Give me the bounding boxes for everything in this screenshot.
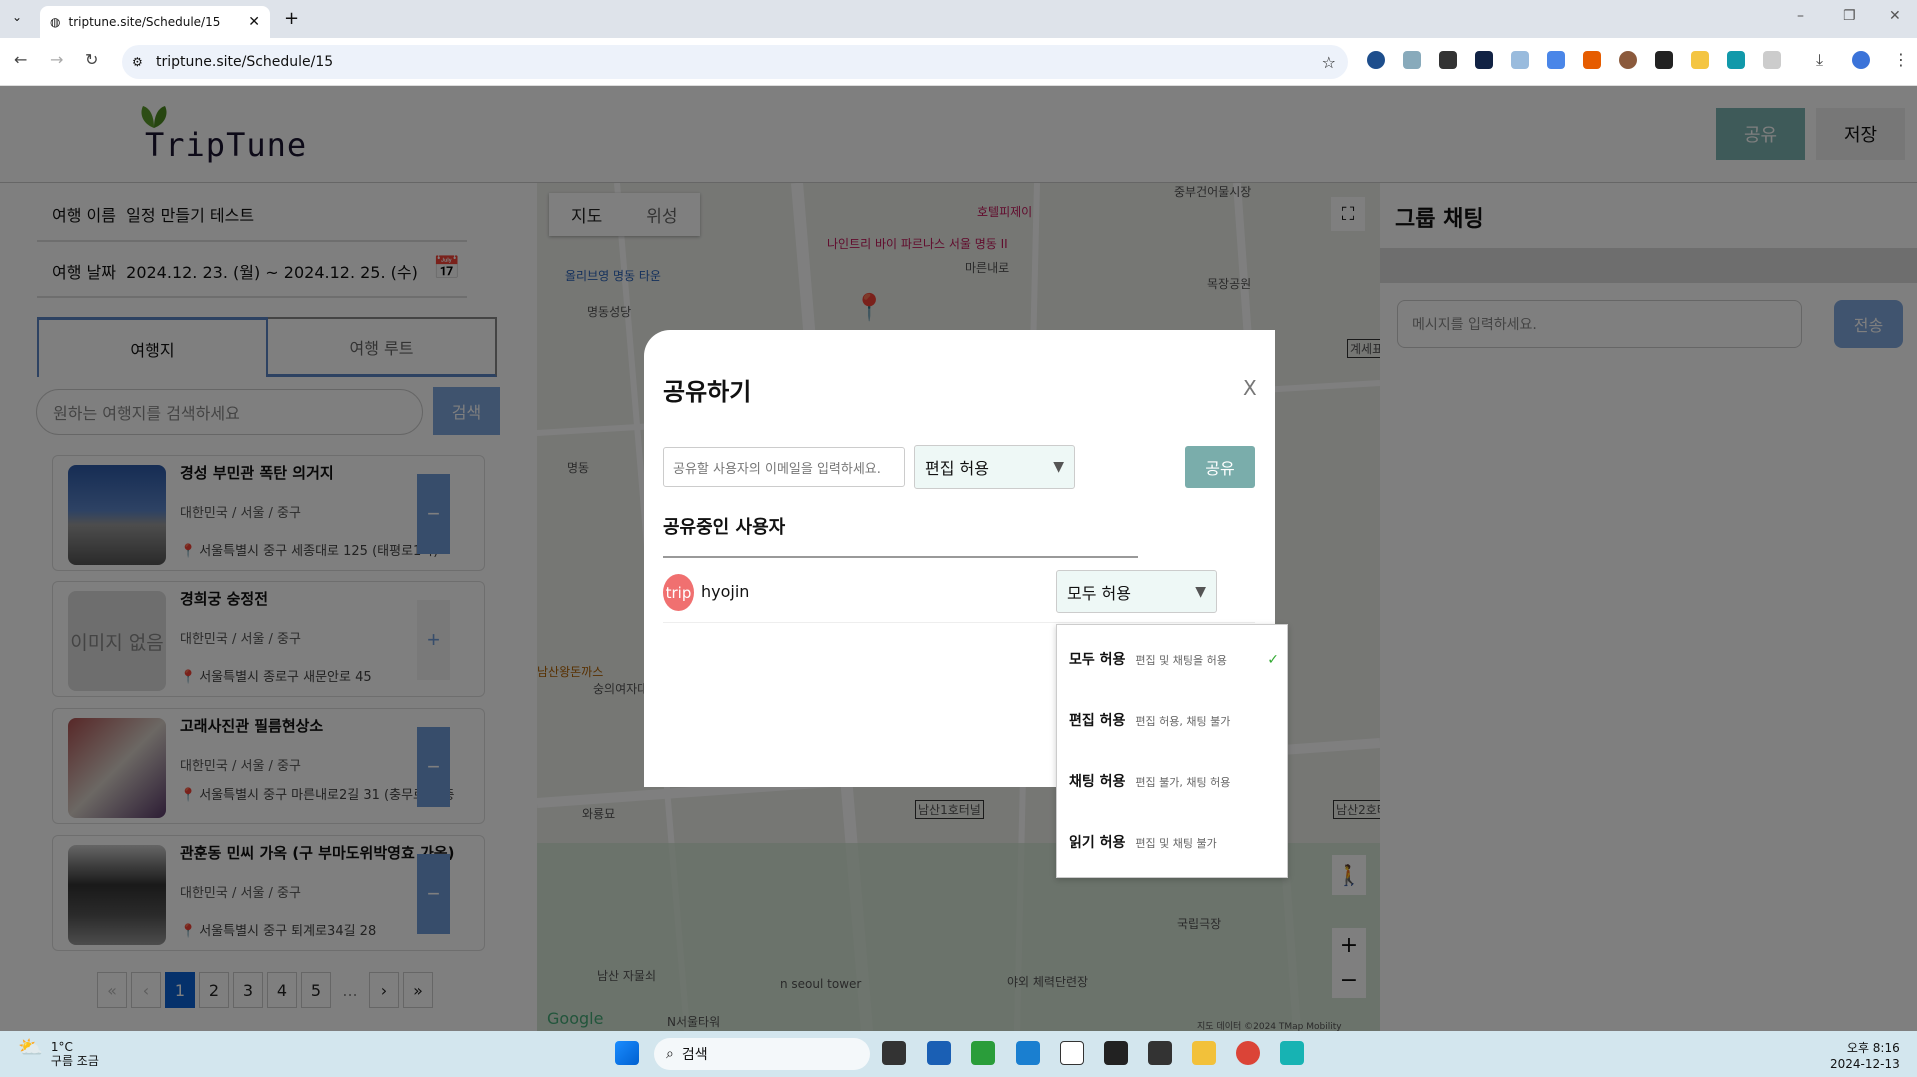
windows-start-icon[interactable] xyxy=(615,1041,639,1065)
option-desc: 편집 불가, 채팅 허용 xyxy=(1135,776,1231,789)
clock[interactable]: 오후 8:16 2024-12-13 xyxy=(1830,1040,1900,1072)
shared-users-heading: 공유중인 사용자 xyxy=(663,517,786,538)
url-text: triptune.site/Schedule/15 xyxy=(156,54,334,70)
profile-icon[interactable] xyxy=(1852,51,1870,69)
vscode-icon[interactable] xyxy=(1016,1041,1040,1065)
task-view-icon[interactable] xyxy=(882,1041,906,1065)
check-icon: ✓ xyxy=(1267,652,1279,668)
app-icon[interactable] xyxy=(1280,1041,1304,1065)
browser-tab-bar: ⌄ ◍ triptune.site/Schedule/15 ✕ + – ❐ ✕ xyxy=(0,0,1917,38)
taskbar-search[interactable]: ⌕ 검색 xyxy=(654,1038,870,1070)
weather-widget[interactable]: ⛅ 1°C 구름 조금 xyxy=(18,1035,99,1068)
email-input[interactable]: 공유할 사용자의 이메일을 입력하세요. xyxy=(663,447,905,487)
user-permission-value: 모두 허용 xyxy=(1067,583,1131,603)
permission-dropdown-menu: 모두 허용 편집 및 채팅을 허용 ✓ 편집 허용 편집 허용, 채팅 불가 채팅 허… xyxy=(1056,624,1288,878)
option-label: 모두 허용 xyxy=(1069,652,1126,668)
menu-kebab-icon[interactable]: ⋮ xyxy=(1893,50,1909,69)
new-tab-icon[interactable]: + xyxy=(284,8,299,29)
notion-icon[interactable] xyxy=(1060,1041,1084,1065)
user-name: hyojin xyxy=(701,582,750,601)
extension-icon[interactable] xyxy=(1727,51,1745,69)
permission-select-value: 편집 허용 xyxy=(925,459,989,478)
time: 오후 8:16 xyxy=(1846,1041,1900,1055)
option-desc: 편집 및 채팅을 허용 xyxy=(1135,654,1227,667)
option-label: 편집 허용 xyxy=(1069,713,1126,729)
extension-icon[interactable] xyxy=(1691,51,1709,69)
date: 2024-12-13 xyxy=(1830,1057,1900,1071)
extension-icon[interactable] xyxy=(1439,51,1457,69)
tab-search-icon[interactable]: ⌄ xyxy=(12,10,22,24)
forward-icon[interactable]: → xyxy=(50,50,63,69)
figma-icon[interactable] xyxy=(1104,1041,1128,1065)
taskbar-search-label: 검색 xyxy=(681,1047,708,1063)
divider xyxy=(663,556,1138,558)
minimize-icon[interactable]: – xyxy=(1797,8,1804,24)
restore-icon[interactable]: ❐ xyxy=(1843,8,1856,24)
partly-cloudy-icon: ⛅ xyxy=(18,1035,43,1059)
option-desc: 편집 허용, 채팅 불가 xyxy=(1135,715,1231,728)
download-icon[interactable]: ⤓ xyxy=(1816,50,1823,70)
tab-title: triptune.site/Schedule/15 xyxy=(68,15,221,29)
browser-tab[interactable]: ◍ triptune.site/Schedule/15 ✕ xyxy=(40,6,270,38)
temperature: 1°C xyxy=(50,1040,73,1054)
eyedropper-extension-icon[interactable] xyxy=(1655,51,1673,69)
share-submit-button[interactable]: 공유 xyxy=(1185,446,1255,488)
globe-icon: ◍ xyxy=(50,15,61,29)
dropdown-arrow-icon: ▼ xyxy=(1195,583,1206,600)
sticky-notes-icon[interactable] xyxy=(1148,1041,1172,1065)
search-icon: ⌕ xyxy=(666,1046,674,1062)
permission-option-chat[interactable]: 채팅 허용 편집 불가, 채팅 허용 xyxy=(1069,771,1279,791)
extensions-puzzle-icon[interactable] xyxy=(1763,51,1781,69)
option-desc: 편집 및 채팅 불가 xyxy=(1135,837,1217,850)
extension-icon[interactable] xyxy=(1475,51,1493,69)
modal-title: 공유하기 xyxy=(663,378,752,406)
address-bar-row: ← → ↻ ⚙ triptune.site/Schedule/15 ☆ ⤓ ⋮ xyxy=(0,38,1917,86)
cookie-extension-icon[interactable] xyxy=(1619,51,1637,69)
extension-icon[interactable] xyxy=(1511,51,1529,69)
pycharm-icon[interactable] xyxy=(971,1041,995,1065)
close-button[interactable]: X xyxy=(1243,376,1257,400)
chrome-icon[interactable] xyxy=(1236,1041,1260,1065)
user-permission-select[interactable]: 모두 허용 ▼ xyxy=(1056,570,1217,613)
reload-icon[interactable]: ↻ xyxy=(85,50,98,69)
permission-select[interactable]: 편집 허용 ▼ xyxy=(914,445,1075,489)
avatar: trip xyxy=(663,574,694,611)
site-info-icon[interactable]: ⚙ xyxy=(132,55,143,69)
extension-icon[interactable] xyxy=(1583,51,1601,69)
close-window-icon[interactable]: ✕ xyxy=(1889,8,1901,24)
close-tab-icon[interactable]: ✕ xyxy=(248,14,260,30)
weather-text: 구름 조금 xyxy=(50,1054,99,1068)
taskbar: ⛅ 1°C 구름 조금 ⌕ 검색 오후 8:16 2024-12-13 xyxy=(0,1031,1917,1077)
extension-icon[interactable] xyxy=(1403,51,1421,69)
dropdown-arrow-icon: ▼ xyxy=(1053,459,1064,475)
extension-icon[interactable] xyxy=(1367,51,1385,69)
translate-extension-icon[interactable] xyxy=(1547,51,1565,69)
url-bar[interactable]: ⚙ triptune.site/Schedule/15 ☆ xyxy=(122,45,1348,79)
option-label: 읽기 허용 xyxy=(1069,835,1126,851)
permission-option-all[interactable]: 모두 허용 편집 및 채팅을 허용 ✓ xyxy=(1069,649,1279,669)
file-explorer-icon[interactable] xyxy=(1192,1041,1216,1065)
permission-option-read[interactable]: 읽기 허용 편집 및 채팅 불가 xyxy=(1069,832,1279,852)
bookmark-star-icon[interactable]: ☆ xyxy=(1322,53,1336,72)
back-icon[interactable]: ← xyxy=(14,50,27,69)
option-label: 채팅 허용 xyxy=(1069,774,1126,790)
webstorm-icon[interactable] xyxy=(927,1041,951,1065)
permission-option-edit[interactable]: 편집 허용 편집 허용, 채팅 불가 xyxy=(1069,710,1279,730)
